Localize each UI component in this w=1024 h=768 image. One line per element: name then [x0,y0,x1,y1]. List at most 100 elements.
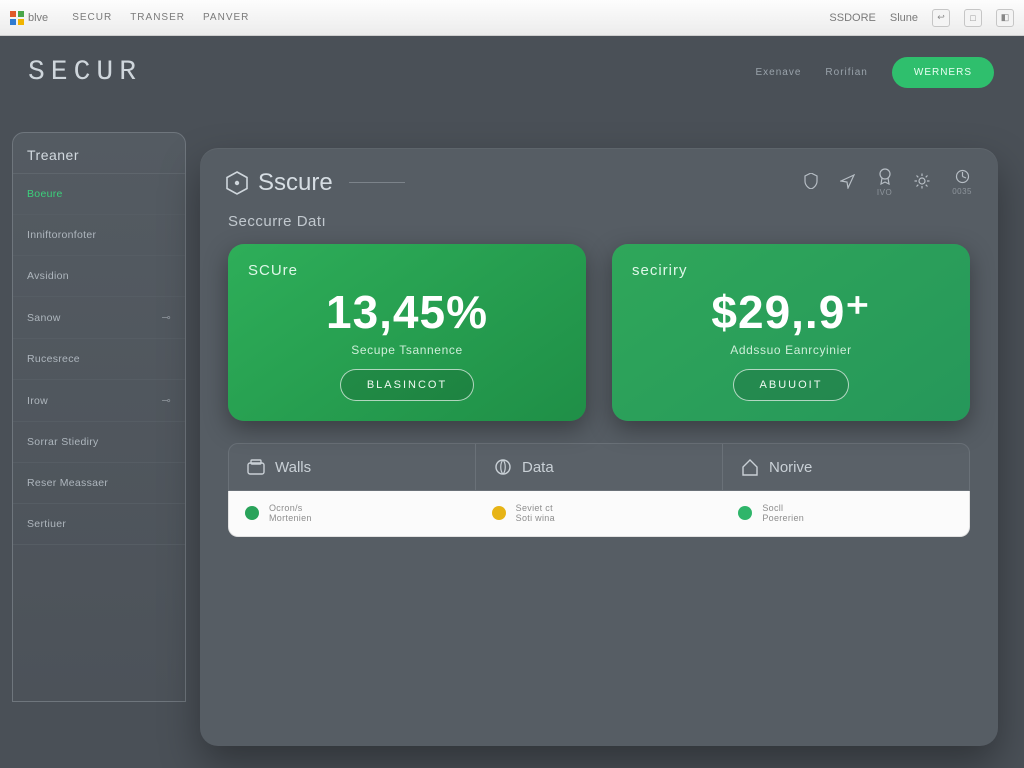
status-2-line2: Poererien [762,513,804,523]
sidebar-item-2-label: Avsidion [27,270,69,282]
shield-icon [804,173,818,189]
sidebar-item-8[interactable]: Sertiuer [13,504,185,545]
main-panel: Sscure IVO [200,148,998,746]
tile-walls-label: Walls [275,459,311,476]
status-1-text: Seviet ct Soti wina [516,503,555,524]
card-scure: SCUre 13,45% Secupe Tsannence BLASINCOT [228,244,586,421]
card-scure-title: SCUre [248,262,298,279]
panel-icon-gear[interactable] [914,173,930,192]
tile-walls[interactable]: Walls [229,444,476,490]
status-2-text: Socll Poererien [762,503,804,524]
card-scure-caption: Secupe Tsannence [351,343,462,357]
sidebar-item-3-label: Sanow [27,312,61,324]
status-dot-yellow-icon [492,506,506,520]
card-security-value: $29,.9⁺ [711,289,870,335]
tile-data-label: Data [522,459,554,476]
card-scure-value: 13,45% [326,289,488,335]
panel-icon-send[interactable] [840,174,855,192]
stat-icon [955,169,970,184]
sidebar-item-7[interactable]: Reser Meassaer [13,463,185,504]
status-1-line1: Seviet ct [516,503,553,513]
chrome-tab-1[interactable]: Transer [130,12,185,23]
chrome-brand-text: blve [28,12,48,24]
tile-norive[interactable]: Norive [723,444,969,490]
panel-brand-text: Sscure [258,169,333,197]
status-0: Ocron/s Mortenien [229,491,476,536]
sidebar-item-5-label: Irow [27,395,48,407]
sidebar-item-4[interactable]: Rucesrece [13,339,185,380]
card-scure-button[interactable]: BLASINCOT [340,369,474,401]
sidebar-item-5[interactable]: Irow ⊸ [13,380,185,422]
app-header: SECUR Exenave Rorifian WERNERS [0,36,1024,108]
sidebar-item-1-label: Inniftoronfoter [27,229,96,241]
header-nav-2[interactable]: Rorifian [825,67,867,78]
data-icon [494,458,512,476]
chrome-tool-box-icon[interactable]: □ [964,9,982,27]
chrome-right-label2[interactable]: Slune [890,12,918,24]
home-icon [741,458,759,476]
header-cta-button[interactable]: WERNERS [892,57,994,88]
hex-logo-icon [226,171,248,195]
status-0-line2: Mortenien [269,513,312,523]
sidebar-item-6-label: Sorrar Stiediry [27,436,99,448]
status-0-text: Ocron/s Mortenien [269,503,312,524]
header-nav-1[interactable]: Exenave [755,67,801,78]
panel-icon-shield[interactable] [804,173,818,192]
status-1: Seviet ct Soti wina [476,491,723,536]
card-security-caption: Addssuo Eanrcyinier [730,343,851,357]
app-wordmark: SECUR [28,57,142,88]
tile-data[interactable]: Data [476,444,723,490]
sidebar-item-0-label: Boeure [27,188,63,200]
card-security-title: seciriry [632,262,688,279]
sidebar-item-2[interactable]: Avsidion [13,256,185,297]
chrome-brand: blve [10,11,48,25]
sidebar-item-7-label: Reser Meassaer [27,477,108,489]
key-icon: ⊸ [161,394,171,407]
status-2: Socll Poererien [722,491,969,536]
panel-icon-badge[interactable]: IVO [877,168,892,197]
sidebar-item-3[interactable]: Sanow ⊸ [13,297,185,339]
key-icon: ⊸ [161,311,171,324]
panel-header: Sscure IVO [200,148,998,203]
chrome-tabs: SECUR Transer Panver [72,12,829,23]
panel-brand: Sscure [226,169,405,197]
sidebar-item-1[interactable]: Inniftoronfoter [13,215,185,256]
chrome-tool-back-icon[interactable]: ↩ [932,9,950,27]
sidebar-item-8-label: Sertiuer [27,518,66,530]
chrome-tab-2[interactable]: Panver [203,12,249,23]
panel-icon-row: IVO 0035 [804,168,972,197]
status-0-line1: Ocron/s [269,503,303,513]
card-security: seciriry $29,.9⁺ Addssuo Eanrcyinier ABU… [612,244,970,421]
sidebar: Treaner Boeure Inniftoronfoter Avsidion … [12,132,186,702]
status-2-line1: Socll [762,503,783,513]
panel-icon-badge-label: IVO [877,188,892,197]
gear-icon [914,173,930,189]
chrome-tab-0[interactable]: SECUR [72,12,112,23]
status-strip: Ocron/s Mortenien Seviet ct Soti wina So… [228,491,970,537]
send-icon [840,174,855,189]
status-1-line2: Soti wina [516,513,555,523]
cards-row: SCUre 13,45% Secupe Tsannence BLASINCOT … [200,244,998,421]
sidebar-title: Treaner [13,133,185,174]
chrome-right-label[interactable]: SSDORE [829,12,875,24]
panel-icon-stat[interactable]: 0035 [952,169,972,196]
panel-brand-rule [349,182,405,183]
status-dot-green2-icon [738,506,752,520]
header-nav: Exenave Rorifian WERNERS [755,57,994,88]
sidebar-item-6[interactable]: Sorrar Stiediry [13,422,185,463]
card-security-button[interactable]: ABUUOIT [733,369,850,401]
app-shell: SECUR Exenave Rorifian WERNERS Treaner B… [0,36,1024,768]
chrome-right: SSDORE Slune ↩ □ ◧ [829,9,1014,27]
chrome-tool-panel-icon[interactable]: ◧ [996,9,1014,27]
sidebar-item-4-label: Rucesrece [27,353,80,365]
panel-subtitle: Seccurre Datı [200,203,998,244]
tiles-row: Walls Data Norive [228,443,970,491]
badge-icon [878,168,892,185]
chrome-logo-icon [10,11,24,25]
tile-norive-label: Norive [769,459,812,476]
browser-chrome: blve SECUR Transer Panver SSDORE Slune ↩… [0,0,1024,36]
sidebar-item-0[interactable]: Boeure [13,174,185,215]
status-dot-green-icon [245,506,259,520]
wallet-icon [247,458,265,476]
panel-icon-stat-label: 0035 [952,187,972,196]
